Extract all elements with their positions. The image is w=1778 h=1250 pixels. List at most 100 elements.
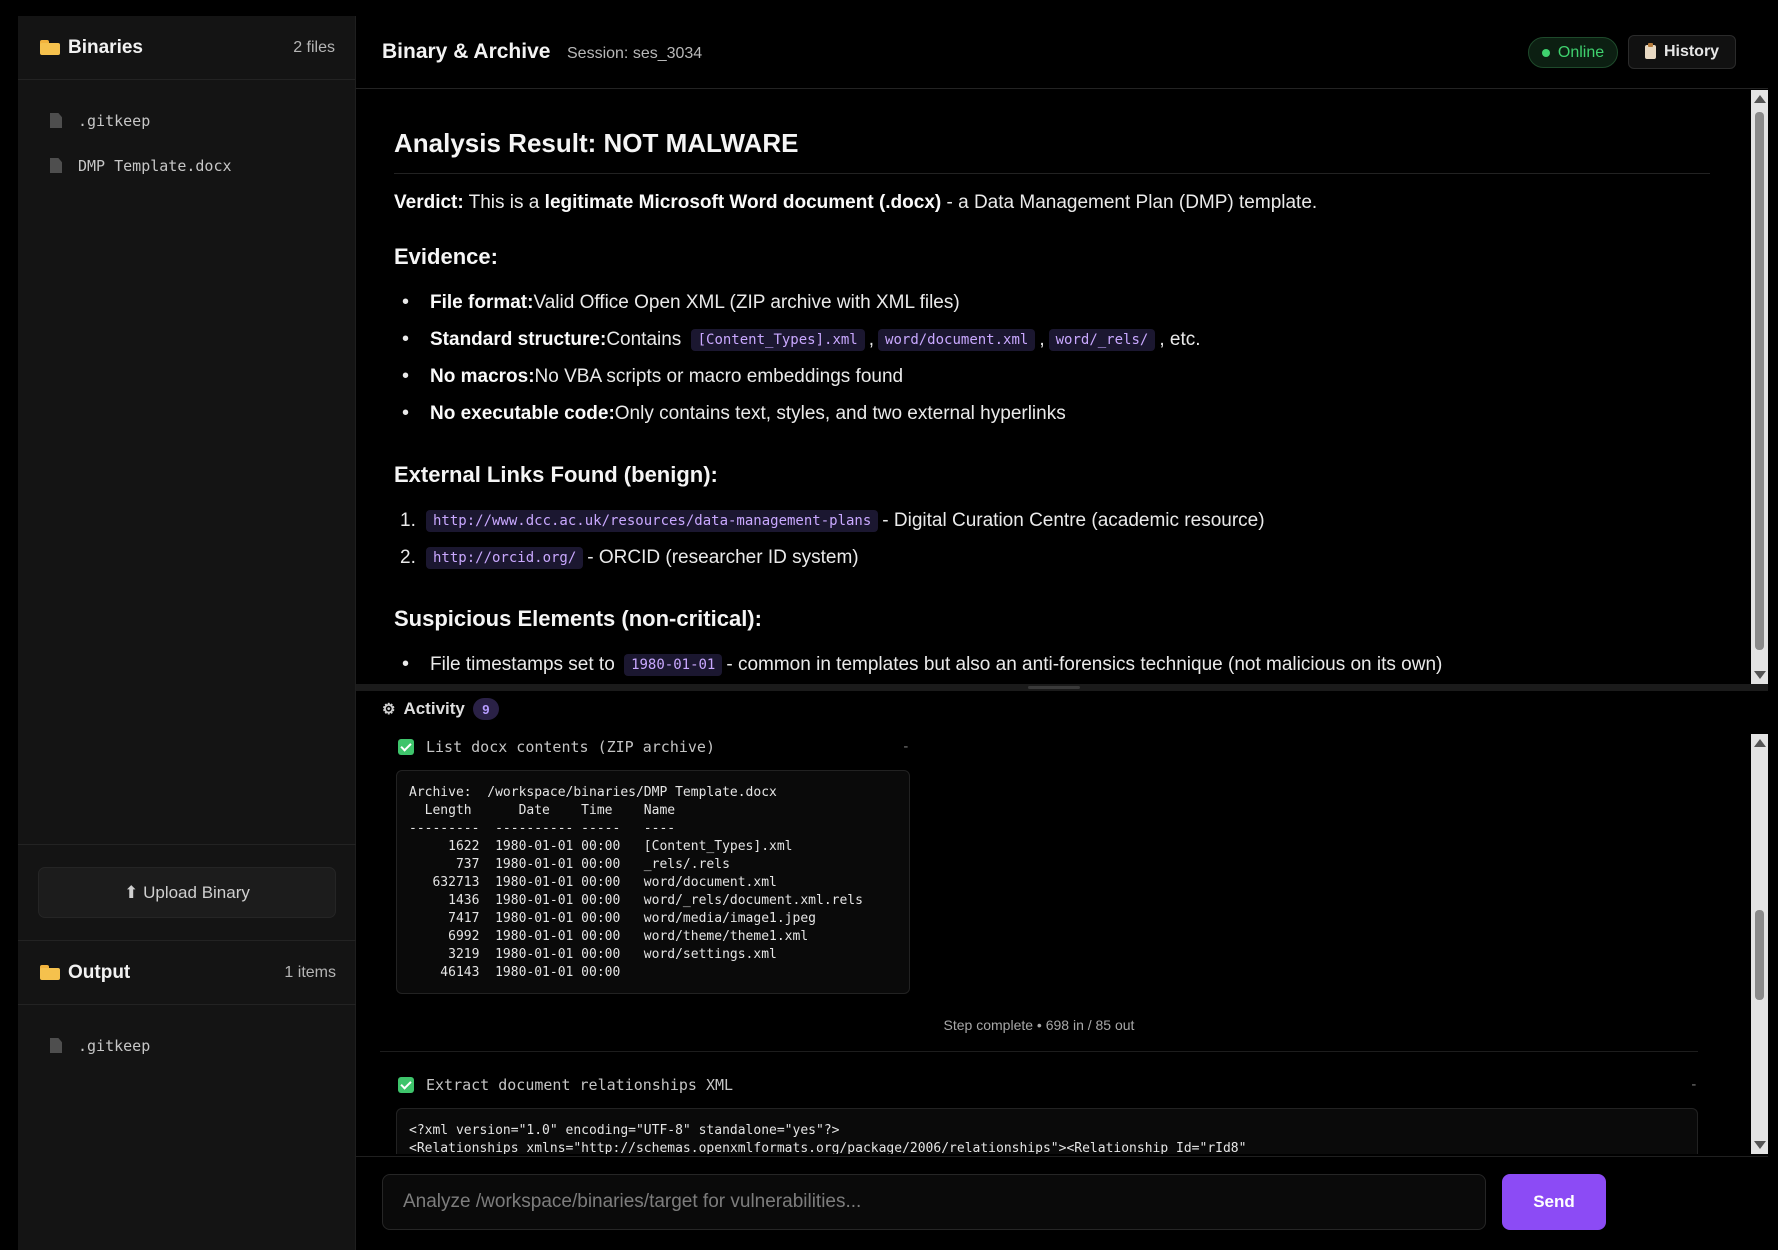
analysis-heading: Analysis Result: NOT MALWARE (394, 128, 1710, 174)
check-icon (398, 739, 414, 755)
item-number: 1. (400, 509, 416, 531)
activity-step: Extract document relationships XML - <?x… (380, 1068, 1698, 1154)
folder-icon (40, 965, 60, 980)
verdict-text: This is a (463, 192, 545, 213)
activity-step: List docx contents (ZIP archive) - Archi… (380, 730, 910, 994)
item-text: Contains (606, 328, 682, 350)
history-label: History (1663, 43, 1720, 60)
panel-resize-handle[interactable] (356, 684, 1768, 691)
upload-binary-button[interactable]: ⬆ Upload Binary (38, 867, 336, 918)
scroll-thumb[interactable] (1755, 112, 1764, 650)
item-label: No executable code: (430, 402, 615, 424)
links-list: 1. http://www.dcc.ac.uk/resources/data-ma… (394, 502, 1710, 576)
link-url[interactable]: http://orcid.org/ (426, 546, 584, 569)
list-item: File format: Valid Office Open XML (ZIP … (394, 284, 1710, 321)
binaries-header: Binaries 2 files (18, 16, 355, 80)
item-text: etc. (1169, 328, 1201, 350)
suspicious-list: File timestamps set to 1980-01-01 - comm… (394, 646, 1710, 683)
status-dot-icon (1541, 48, 1550, 57)
output-section: Output 1 items .gitkeep (18, 940, 356, 1068)
file-item-output-gitkeep[interactable]: .gitkeep (18, 1023, 356, 1068)
item-text: No VBA scripts or macro embeddings found (534, 365, 904, 387)
list-item: File timestamps set to 1980-01-01 - comm… (394, 646, 1710, 683)
item-text: Only contains text, styles, and two exte… (614, 402, 1066, 424)
step-footer: Step complete • 698 in / 85 out (380, 1017, 1698, 1052)
binaries-title: Binaries (68, 36, 143, 58)
sidebar: Binaries 2 files .gitkeep DMP Template.d… (18, 16, 356, 1250)
list-item: Standard structure: Contains [Content_Ty… (394, 321, 1710, 358)
item-text: File timestamps set to (430, 653, 615, 675)
step-header[interactable]: List docx contents (ZIP archive) - (380, 730, 910, 764)
activity-panel: List docx contents (ZIP archive) - Archi… (380, 730, 1698, 1154)
step-output: Archive: /workspace/binaries/DMP Templat… (396, 770, 910, 994)
scroll-down-icon[interactable] (1754, 671, 1766, 679)
scroll-up-icon[interactable] (1754, 95, 1766, 103)
output-title: Output (68, 961, 131, 983)
activity-title: Activity (403, 699, 465, 718)
output-count: 1 items (284, 963, 336, 981)
verdict-text-2: - a Data Management Plan (DMP) template. (941, 192, 1318, 213)
check-icon (398, 1077, 414, 1093)
session-id: Session: ses_3034 (567, 45, 703, 62)
folder-icon (40, 40, 60, 55)
scroll-thumb[interactable] (1755, 910, 1764, 1000)
inline-code: word/document.xml (878, 328, 1036, 351)
links-heading: External Links Found (benign): (394, 462, 718, 487)
clipboard-icon (1644, 43, 1656, 59)
status-text: Online (1557, 43, 1605, 61)
composer: Send (356, 1156, 1768, 1250)
item-text: Valid Office Open XML (ZIP archive with … (533, 291, 960, 313)
step-title: List docx contents (ZIP archive) (426, 738, 715, 756)
collapse-toggle[interactable]: - (902, 739, 910, 755)
file-icon (50, 158, 62, 173)
item-text: - common in templates but also an anti-f… (726, 653, 1443, 675)
output-header: Output 1 items (18, 941, 356, 1005)
send-button[interactable]: Send (1502, 1174, 1606, 1230)
evidence-heading: Evidence: (394, 244, 498, 269)
activity-count-badge: 9 (472, 698, 499, 720)
scroll-down-icon[interactable] (1754, 1141, 1766, 1149)
file-item-dmp-template[interactable]: DMP Template.docx (18, 143, 355, 188)
history-button[interactable]: History (1628, 35, 1736, 69)
file-name: DMP Template.docx (78, 156, 232, 175)
verdict-bold: legitimate Microsoft Word document (.doc… (544, 192, 942, 213)
step-title: Extract document relationships XML (426, 1076, 734, 1094)
list-item: 2. http://orcid.org/ - ORCID (researcher … (394, 539, 1710, 576)
link-url[interactable]: http://www.dcc.ac.uk/resources/data-mana… (426, 509, 879, 532)
scroll-up-icon[interactable] (1754, 739, 1766, 747)
activity-header: ⚙ Activity 9 (382, 698, 499, 720)
evidence-list: File format: Valid Office Open XML (ZIP … (394, 284, 1710, 432)
file-icon (50, 1038, 62, 1053)
item-label: Standard structure: (430, 328, 607, 350)
file-name: .gitkeep (78, 111, 151, 130)
file-item-gitkeep[interactable]: .gitkeep (18, 98, 355, 143)
activity-scrollbar[interactable] (1751, 734, 1768, 1154)
main-header: Binary & Archive Session: ses_3034 Onlin… (356, 16, 1768, 89)
page-title: Binary & Archive (382, 40, 551, 63)
prompt-input[interactable] (382, 1174, 1486, 1230)
list-item: No executable code: Only contains text, … (394, 395, 1710, 432)
item-text: - ORCID (researcher ID system) (587, 546, 859, 568)
step-output: <?xml version="1.0" encoding="UTF-8" sta… (396, 1108, 1698, 1154)
file-icon (50, 113, 62, 128)
item-label: No macros: (430, 365, 535, 387)
upload-area: ⬆ Upload Binary (18, 844, 356, 940)
verdict-paragraph: Verdict: This is a legitimate Microsoft … (394, 192, 1710, 214)
item-label: File format: (430, 291, 534, 313)
grip-icon[interactable] (1028, 686, 1080, 689)
list-item: No macros: No VBA scripts or macro embed… (394, 358, 1710, 395)
suspicious-heading: Suspicious Elements (non-critical): (394, 606, 762, 631)
inline-code: [Content_Types].xml (690, 328, 865, 351)
binaries-file-list: .gitkeep DMP Template.docx (18, 80, 355, 188)
collapse-toggle[interactable]: - (1690, 1077, 1698, 1093)
verdict-label: Verdict: (394, 192, 464, 213)
output-file-list: .gitkeep (18, 1005, 356, 1068)
analysis-panel: Analysis Result: NOT MALWARE Verdict: Th… (394, 90, 1710, 684)
step-header[interactable]: Extract document relationships XML - (380, 1068, 1698, 1102)
inline-code: word/_rels/ (1048, 328, 1156, 351)
analysis-scrollbar[interactable] (1751, 90, 1768, 684)
inline-code: 1980-01-01 (624, 653, 723, 676)
status-badge: Online (1528, 37, 1618, 68)
gear-icon: ⚙ (382, 701, 396, 718)
binaries-count: 2 files (293, 38, 335, 56)
